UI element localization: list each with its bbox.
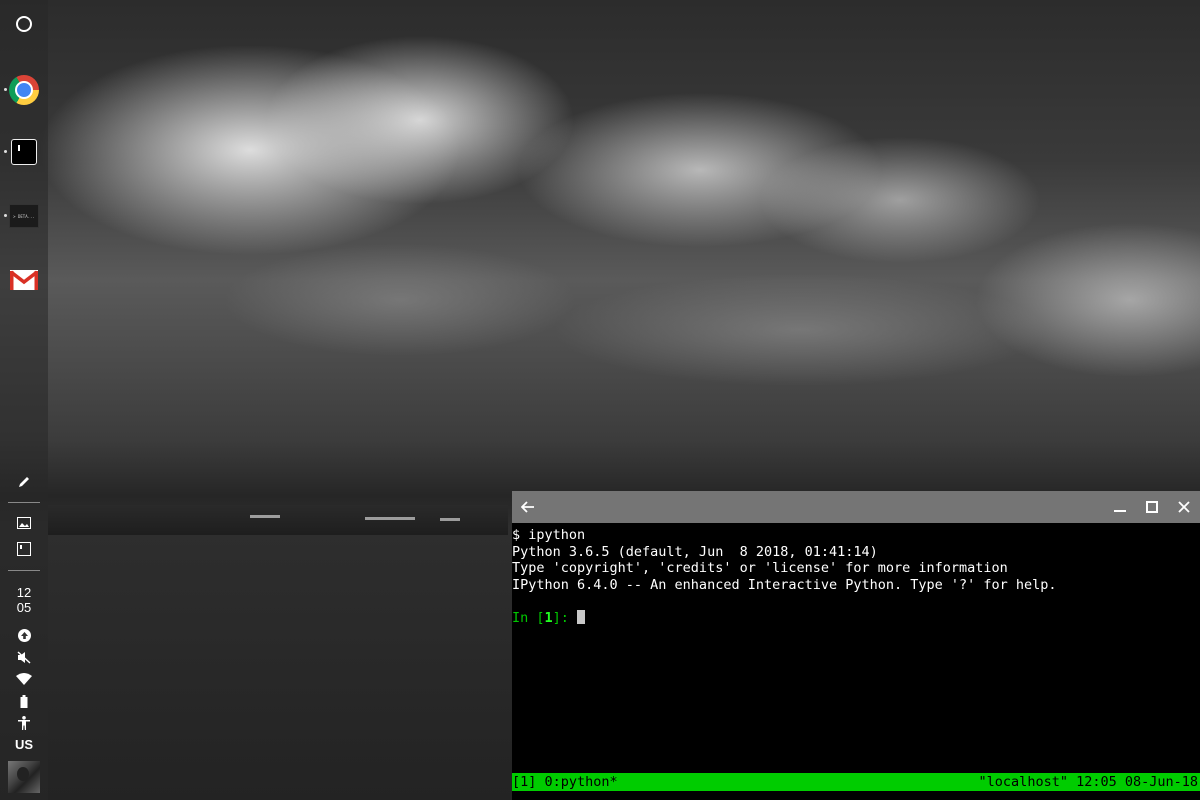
shelf-app-terminal[interactable] [0, 134, 48, 170]
prompt-number: 1 [544, 609, 553, 626]
prompt-suffix: ]: [552, 609, 578, 626]
maximize-button[interactable] [1136, 491, 1168, 523]
chrome-icon [9, 75, 39, 105]
clock-hour: 12 [16, 585, 32, 600]
clock-minute: 05 [16, 600, 32, 615]
tmux-host-clock: "localhost" 12:05 08-Jun-18 [978, 774, 1198, 790]
window-overview-button[interactable] [0, 540, 48, 558]
stylus-tools-button[interactable] [0, 472, 48, 492]
minimize-icon [1114, 510, 1126, 512]
launcher-button[interactable] [0, 8, 48, 40]
tray-divider [8, 502, 40, 503]
image-icon [17, 517, 31, 529]
wifi-icon [16, 673, 32, 685]
status-accessibility[interactable] [0, 715, 48, 731]
accessibility-icon [18, 716, 30, 730]
battery-icon [20, 694, 28, 708]
status-volume[interactable] [0, 649, 48, 665]
status-battery[interactable] [0, 693, 48, 709]
wallpaper-light [365, 517, 415, 520]
shelf: > DETA... 12 05 US [0, 0, 48, 800]
window-titlebar[interactable] [512, 491, 1200, 523]
thumbnail-text: > DETA... [13, 213, 35, 219]
terminal-output[interactable]: $ ipython Python 3.6.5 (default, Jun 8 2… [512, 523, 1200, 777]
status-upload[interactable] [0, 627, 48, 643]
tmux-status-bar: [1] 0:python* "localhost" 12:05 08-Jun-1… [512, 773, 1200, 791]
launcher-circle-icon [16, 16, 32, 32]
back-button[interactable] [512, 491, 544, 523]
screenshot-button[interactable] [0, 514, 48, 532]
terminal-line: Type 'copyright', 'credits' or 'license'… [512, 560, 1008, 576]
close-button[interactable] [1168, 491, 1200, 523]
pen-icon [19, 477, 29, 487]
status-wifi[interactable] [0, 671, 48, 687]
wallpaper-horizon [48, 505, 508, 535]
terminal-line: Python 3.6.5 (default, Jun 8 2018, 01:41… [512, 543, 878, 560]
terminal-line: IPython 6.4.0 -- An enhanced Interactive… [512, 576, 1057, 593]
minimize-button[interactable] [1104, 491, 1136, 523]
mute-icon [17, 650, 31, 664]
terminal-window[interactable]: $ ipython Python 3.6.5 (default, Jun 8 2… [512, 491, 1200, 800]
wallpaper-light [440, 518, 460, 521]
ime-indicator[interactable]: US [0, 737, 48, 752]
user-avatar[interactable] [8, 761, 40, 793]
tmux-window-list[interactable]: [1] 0:python* [512, 773, 618, 791]
running-indicator [4, 214, 7, 217]
ipython-prompt[interactable]: In [1]: [512, 609, 1200, 627]
gmail-icon [10, 270, 38, 290]
system-clock[interactable]: 12 05 [0, 585, 48, 615]
upload-icon [17, 628, 31, 642]
terminal-icon [11, 139, 37, 165]
running-indicator [4, 150, 7, 153]
back-arrow-icon [521, 501, 534, 513]
text-cursor [577, 609, 586, 624]
terminal-line: $ ipython [512, 527, 586, 543]
shelf-app-chrome[interactable] [0, 70, 48, 110]
window-icon [17, 542, 31, 556]
shelf-app-gmail[interactable] [0, 262, 48, 298]
wallpaper-light [250, 515, 280, 518]
close-icon [1178, 501, 1190, 513]
shelf-app-window-thumbnail[interactable]: > DETA... [0, 198, 48, 234]
window-thumbnail-icon: > DETA... [9, 204, 39, 228]
running-indicator [4, 88, 7, 91]
prompt-prefix: In [ [512, 609, 545, 626]
tray-divider [8, 570, 40, 571]
maximize-icon [1146, 501, 1158, 513]
